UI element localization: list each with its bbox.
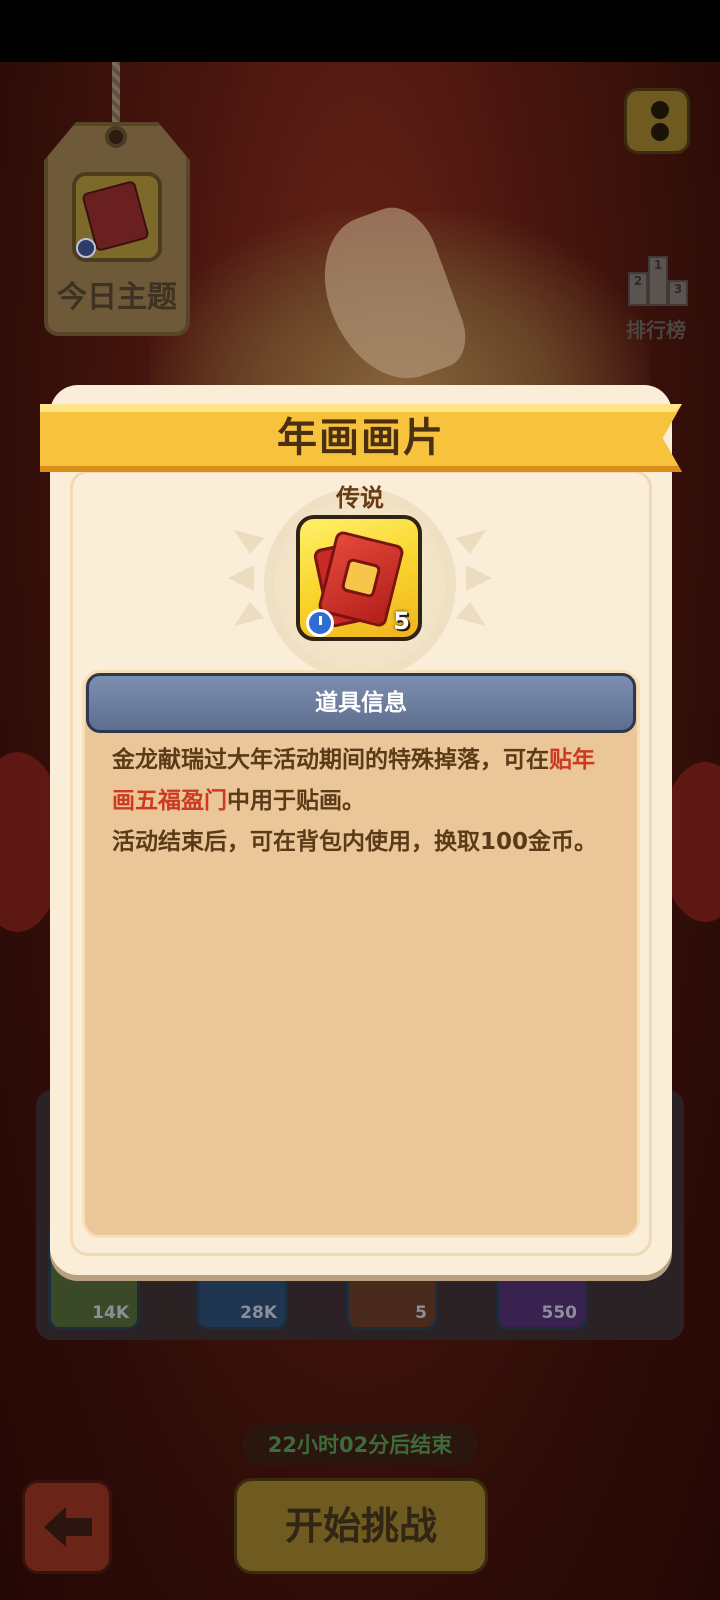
tag-rope <box>112 62 120 132</box>
start-challenge-button[interactable]: 开始挑战 <box>234 1478 488 1574</box>
rarity-label: 传说 <box>336 484 384 512</box>
item-count: 5 <box>415 1303 427 1323</box>
event-timer: 22小时02分后结束 <box>242 1424 478 1466</box>
description-text: 中用于贴画。 <box>227 788 365 814</box>
item-description: 金龙献瑞过大年活动期间的特殊掉落，可在贴年画五福盈门中用于贴画。 活动结束后，可… <box>112 740 600 863</box>
description-text: 金龙献瑞过大年活动期间的特殊掉落，可在 <box>112 747 549 773</box>
theme-label: 今日主题 <box>57 280 177 315</box>
item-count: 5 <box>393 607 410 635</box>
dialog-title: 年画画片 <box>277 415 445 461</box>
status-bar <box>0 0 720 62</box>
dot-icon <box>651 101 669 119</box>
more-menu-button[interactable] <box>624 88 690 154</box>
back-button[interactable] <box>22 1480 112 1574</box>
item-count: 550 <box>541 1303 578 1323</box>
podium-icon[interactable]: 2 1 3 <box>628 250 688 306</box>
back-arrow-icon <box>44 1507 92 1547</box>
item-icon-card: 5 <box>296 515 422 641</box>
description-text: 活动结束后，可在背包内使用，换取100金币。 <box>112 829 598 855</box>
leaderboard-label[interactable]: 排行榜 <box>616 314 696 343</box>
info-header: 道具信息 <box>86 673 636 733</box>
clock-icon <box>76 238 96 258</box>
item-count: 28K <box>240 1303 277 1323</box>
clock-icon <box>306 609 334 637</box>
podium-first: 1 <box>648 256 668 306</box>
dot-icon <box>651 123 669 141</box>
tag-hole <box>105 126 127 148</box>
podium-second: 2 <box>628 272 648 306</box>
item-count: 14K <box>92 1303 129 1323</box>
podium-third: 3 <box>668 280 688 306</box>
